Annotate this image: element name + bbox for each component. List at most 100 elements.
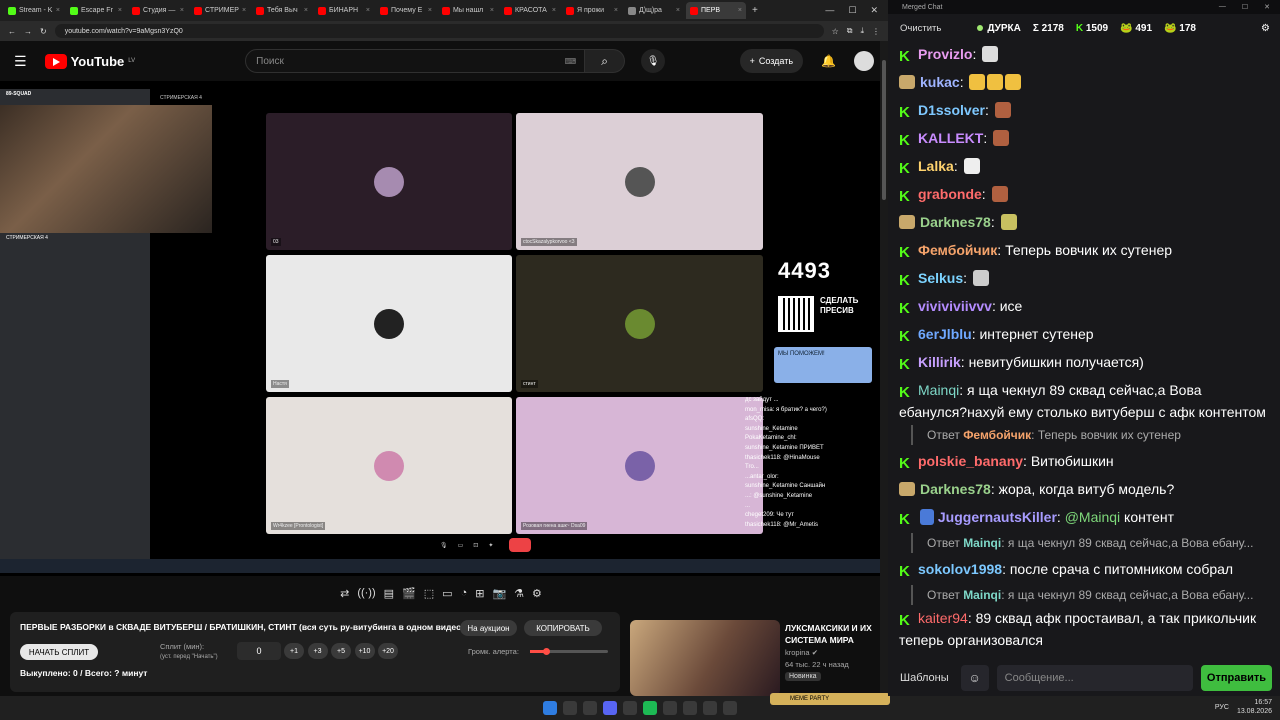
minimize-icon[interactable]: — (1219, 3, 1226, 11)
tool-icon[interactable]: ▭ (442, 587, 452, 600)
close-icon[interactable]: ✕ (1264, 3, 1270, 11)
maximize-icon[interactable]: ☐ (848, 5, 856, 16)
discord-icon[interactable] (603, 701, 617, 715)
auction-button[interactable]: На аукцион (460, 620, 517, 636)
tab-close-icon[interactable]: × (118, 7, 122, 14)
split-step-button[interactable]: +5 (331, 643, 351, 659)
app-icon[interactable] (683, 701, 697, 715)
browser-tab[interactable]: Д)щ)ра × (624, 2, 684, 19)
chat-username[interactable]: kaiter94 (918, 610, 968, 626)
chat-username[interactable]: viviviviivvv (918, 298, 992, 314)
message-input[interactable]: Сообщение... (996, 665, 1193, 691)
start-split-button[interactable]: НАЧАТЬ СПЛИТ (20, 644, 98, 660)
tab-close-icon[interactable]: × (56, 7, 60, 14)
app-icon[interactable] (723, 701, 737, 715)
search-input[interactable]: Поиск ⌨ (245, 49, 586, 73)
send-button[interactable]: Отправить (1200, 665, 1272, 691)
minimize-icon[interactable]: — (825, 5, 834, 16)
emoji-button[interactable]: ☺ (960, 665, 989, 691)
extensions-icon[interactable]: ⧉ (847, 26, 853, 36)
chat-username[interactable]: Mainqi (918, 382, 959, 398)
tab-close-icon[interactable]: × (614, 7, 618, 14)
download-icon[interactable]: ⤓ (860, 26, 864, 36)
menu-icon[interactable]: ⋮ (872, 27, 880, 36)
clear-button[interactable]: Очистить (900, 23, 941, 34)
spotify-icon[interactable] (643, 701, 657, 715)
tool-icon[interactable]: ⬚ (424, 587, 434, 600)
keyboard-icon[interactable]: ⌨ (565, 57, 577, 66)
tool-icon[interactable]: ⊞ (475, 587, 484, 600)
steam-icon[interactable] (623, 701, 637, 715)
url-field[interactable]: youtube.com/watch?v=9aMgsn3YzQ0 (54, 24, 824, 38)
app-icon[interactable] (583, 701, 597, 715)
bell-icon[interactable]: 🔔 (821, 54, 836, 68)
browser-tab[interactable]: СТРИМЕР × (190, 2, 250, 19)
tool-icon[interactable]: ⚗ (514, 587, 524, 600)
chat-username[interactable]: kukac (920, 74, 960, 90)
chat-username[interactable]: JuggernautsKiller (938, 509, 1057, 525)
browser-tab[interactable]: Студия — × (128, 2, 188, 19)
tool-icon[interactable]: ⚙ (532, 587, 542, 600)
browser-tab[interactable]: Мы нашл × (438, 2, 498, 19)
scrollbar-thumb[interactable] (882, 60, 886, 200)
youtube-logo[interactable]: YouTube LV (44, 53, 135, 69)
tool-icon[interactable]: ((·)) (357, 587, 375, 599)
voice-search-button[interactable]: 🎙 (641, 49, 666, 73)
tab-close-icon[interactable]: × (242, 7, 246, 14)
start-icon[interactable] (543, 701, 557, 715)
chat-username[interactable]: Selkus (918, 270, 963, 286)
browser-tab[interactable]: БИНАРН × (314, 2, 374, 19)
app-icon[interactable] (703, 701, 717, 715)
forward-icon[interactable]: → (24, 27, 32, 36)
tab-close-icon[interactable]: × (676, 7, 680, 14)
chat-username[interactable]: Lalka (918, 158, 954, 174)
new-tab-button[interactable]: + (752, 5, 758, 16)
create-button[interactable]: + Создать (739, 49, 804, 73)
chat-username[interactable]: sokolov1998 (918, 561, 1002, 577)
recommended-channel[interactable]: kropina ✔ (785, 648, 818, 657)
chat-username[interactable]: grabonde (918, 186, 982, 202)
recommended-title[interactable]: ЛУКСМАКСИКИ И ИХ СИСТЕМА МИРА (785, 622, 880, 646)
reload-icon[interactable]: ↻ (40, 27, 47, 36)
slider-knob[interactable] (542, 648, 550, 655)
browser-tab[interactable]: ПЕРВ × (686, 2, 746, 19)
chat-username[interactable]: Killirik (918, 354, 961, 370)
camera-icon[interactable]: ▭ (458, 542, 464, 549)
split-step-button[interactable]: +1 (284, 643, 304, 659)
templates-button[interactable]: Шаблоны (896, 672, 953, 684)
close-icon[interactable]: ✕ (870, 5, 878, 16)
chat-username[interactable]: D1ssolver (918, 102, 985, 118)
back-icon[interactable]: ← (8, 27, 16, 36)
tool-icon[interactable]: ⇄ (340, 587, 349, 600)
chat-username[interactable]: Darknes78 (920, 214, 991, 230)
browser-tab[interactable]: КРАСОТА × (500, 2, 560, 19)
chat-username[interactable]: Darknes78 (920, 481, 991, 497)
chat-username[interactable]: Фембойчик (918, 242, 997, 258)
tab-close-icon[interactable]: × (304, 7, 308, 14)
activity-icon[interactable]: ✦ (488, 542, 493, 549)
settings-icon[interactable]: ⚙ (1261, 23, 1270, 34)
copy-button[interactable]: КОПИРОВАТЬ (524, 620, 602, 636)
chat-username[interactable]: KALLEKT (918, 130, 983, 146)
hangup-button[interactable] (509, 538, 532, 552)
maximize-icon[interactable]: ☐ (1242, 3, 1248, 11)
tool-icon[interactable]: 🎬 (402, 587, 416, 600)
hamburger-icon[interactable]: ☰ (14, 53, 27, 70)
tab-close-icon[interactable]: × (490, 7, 494, 14)
tab-close-icon[interactable]: × (428, 7, 432, 14)
tool-icon[interactable]: ▤ (384, 587, 394, 600)
chat-username[interactable]: polskie_banany (918, 453, 1023, 469)
split-step-button[interactable]: +10 (354, 643, 375, 659)
recommended-thumbnail[interactable] (630, 620, 780, 696)
browser-tab[interactable]: Escape Fr × (66, 2, 126, 19)
browser-tab[interactable]: Тебя Выч × (252, 2, 312, 19)
bookmark-icon[interactable]: ☆ (832, 27, 839, 36)
tab-close-icon[interactable]: × (180, 7, 184, 14)
split-step-button[interactable]: +20 (378, 643, 398, 659)
reply-user[interactable]: Mainqi (963, 536, 1001, 550)
language-indicator[interactable]: РУС (1215, 704, 1229, 711)
split-step-button[interactable]: +3 (307, 643, 328, 659)
tab-close-icon[interactable]: × (552, 7, 556, 14)
tool-icon[interactable]: ◔ (461, 587, 468, 599)
tab-close-icon[interactable]: × (738, 7, 742, 14)
